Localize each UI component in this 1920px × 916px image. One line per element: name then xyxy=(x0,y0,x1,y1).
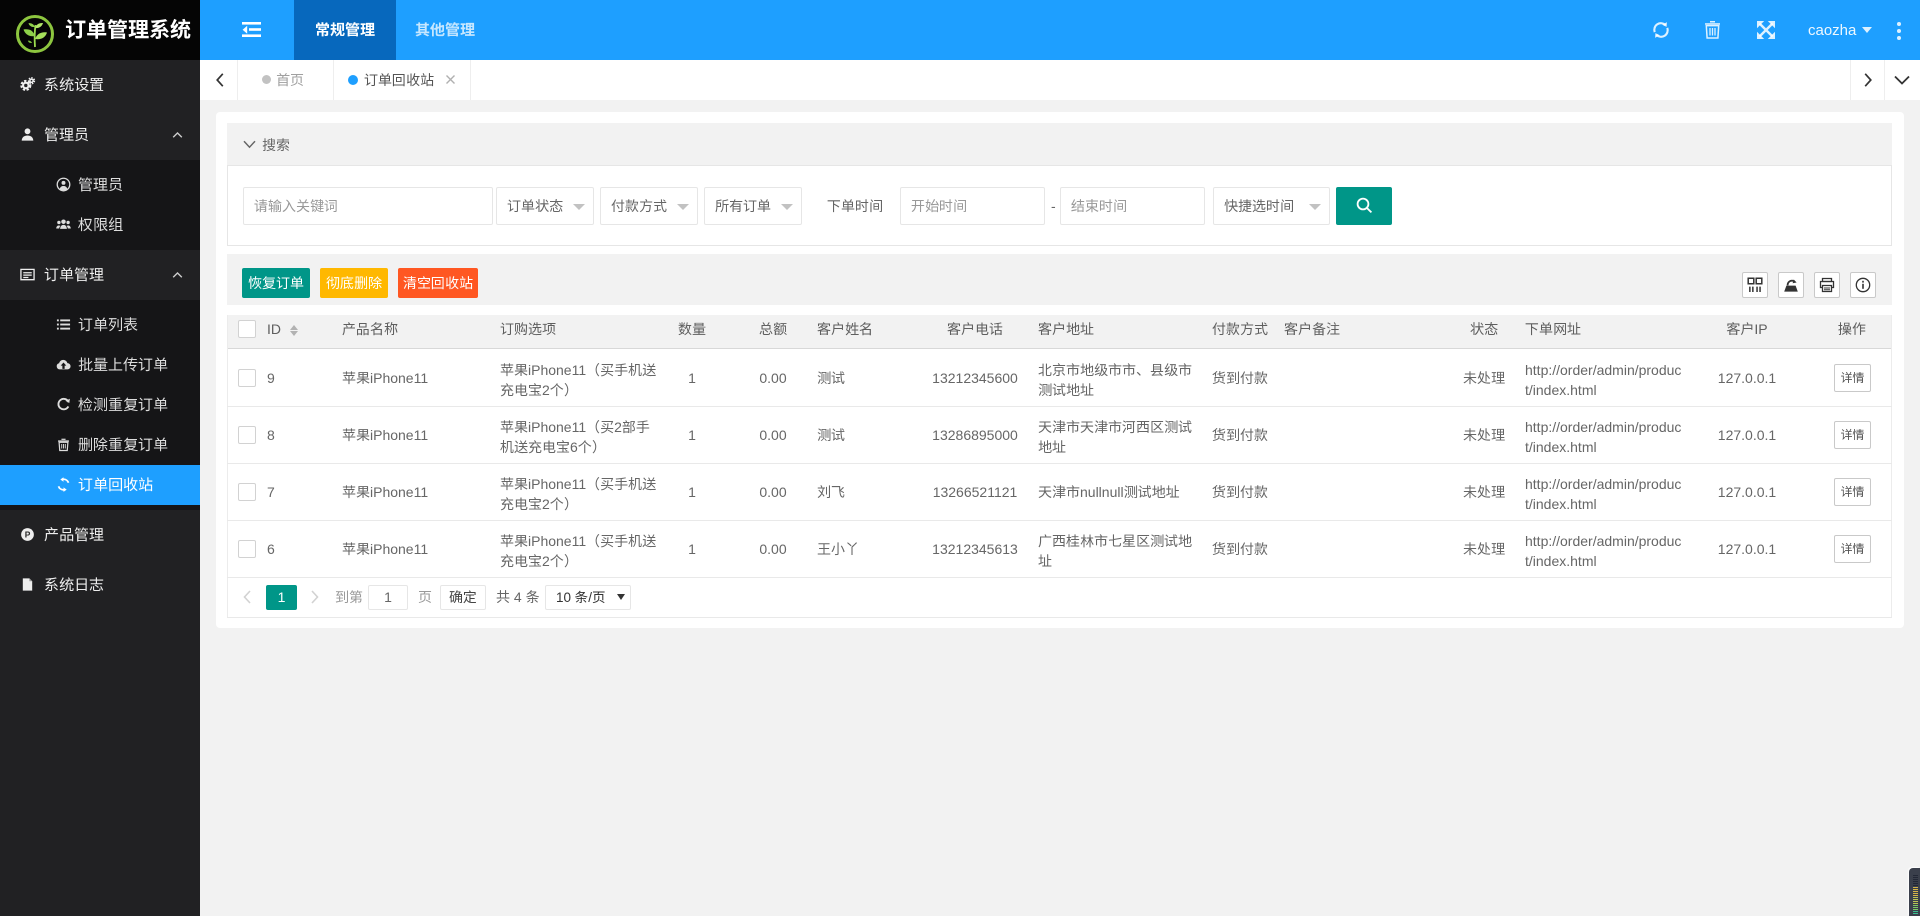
svg-text:P: P xyxy=(25,530,31,540)
